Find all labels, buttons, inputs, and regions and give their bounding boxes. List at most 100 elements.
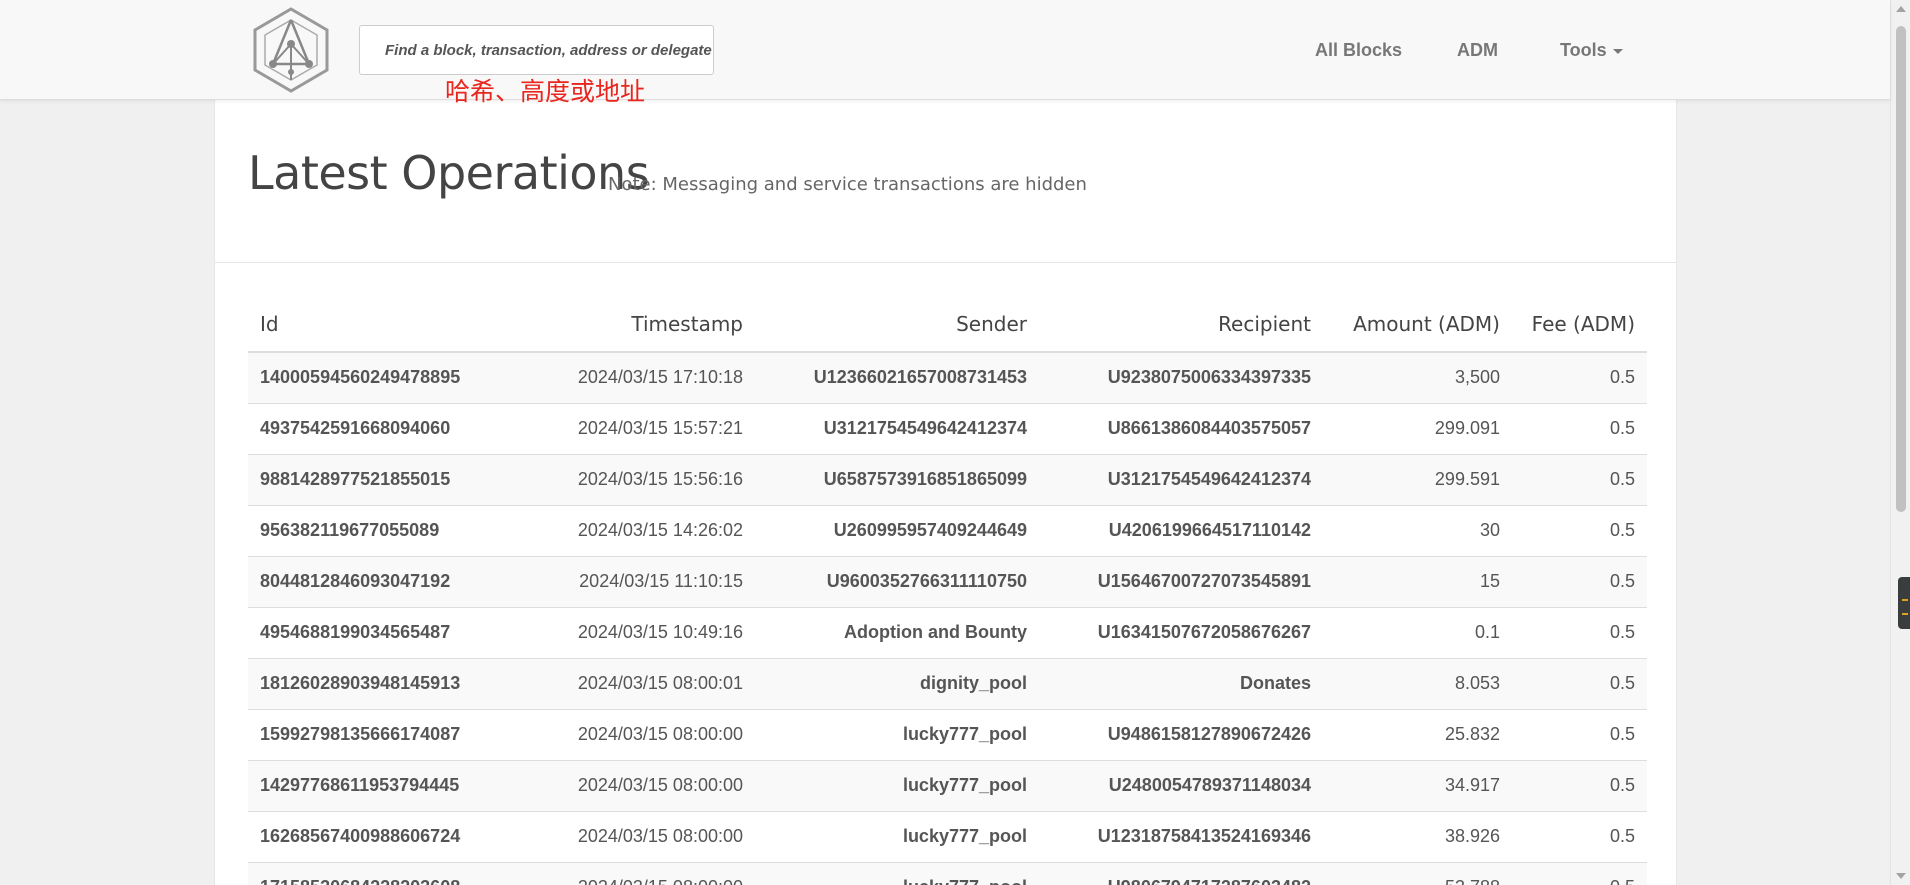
transaction-id-link[interactable]: 4954688199034565487 <box>248 606 518 658</box>
side-widget-tab[interactable] <box>1898 577 1910 629</box>
table-row: 956382119677055089 2024/03/15 14:26:02 U26… <box>248 504 1647 556</box>
fee-cell: 0.5 <box>1512 606 1647 658</box>
adamant-logo-icon[interactable] <box>251 6 331 94</box>
sender-link[interactable]: lucky777_pool <box>755 759 1039 811</box>
table-header-row: Id Timestamp Sender Recipient Amount (AD… <box>248 296 1647 353</box>
transaction-id-link[interactable]: 14297768611953794445 <box>248 759 518 811</box>
recipient-link[interactable]: U3121754549642412374 <box>1039 453 1323 505</box>
column-header-timestamp[interactable]: Timestamp <box>518 296 755 353</box>
recipient-link[interactable]: U2480054789371148034 <box>1039 759 1323 811</box>
fee-cell: 0.5 <box>1512 657 1647 709</box>
recipient-link[interactable]: U9806794717287603482 <box>1039 861 1323 885</box>
table-row: 18126028903948145913 2024/03/15 08:00:01 d… <box>248 657 1647 709</box>
operations-table: Id Timestamp Sender Recipient Amount (AD… <box>248 296 1647 885</box>
recipient-link[interactable]: Donates <box>1039 657 1323 709</box>
transaction-id-link[interactable]: 18126028903948145913 <box>248 657 518 709</box>
transaction-id-link[interactable]: 17158530684228203608 <box>248 861 518 885</box>
sender-link[interactable]: dignity_pool <box>755 657 1039 709</box>
amount-cell: 34.917 <box>1323 759 1512 811</box>
nav-all-blocks-label: All Blocks <box>1315 40 1403 60</box>
page-header: Latest Operations Note: Messaging and se… <box>215 100 1676 263</box>
table-row: 9881428977521855015 2024/03/15 15:56:16 U6… <box>248 453 1647 505</box>
fee-cell: 0.5 <box>1512 861 1647 885</box>
table-row: 8044812846093047192 2024/03/15 11:10:15 U9… <box>248 555 1647 607</box>
scroll-up-arrow-icon[interactable] <box>1896 6 1906 12</box>
fee-cell: 0.5 <box>1512 504 1647 556</box>
search-input[interactable] <box>359 25 714 75</box>
page-title: Latest Operations <box>248 146 650 200</box>
table-row: 4937542591668094060 2024/03/15 15:57:21 U3… <box>248 402 1647 454</box>
table-row: 15992798135666174087 2024/03/15 08:00:00 l… <box>248 708 1647 760</box>
column-header-recipient[interactable]: Recipient <box>1039 296 1323 353</box>
search-hint-annotation: 哈希、高度或地址 <box>445 77 646 106</box>
column-header-sender[interactable]: Sender <box>755 296 1039 353</box>
sender-link[interactable]: U6587573916851865099 <box>755 453 1039 505</box>
sender-link[interactable]: Adoption and Bounty <box>755 606 1039 658</box>
amount-cell: 15 <box>1323 555 1512 607</box>
top-navbar: 哈希、高度或地址 All Blocks ADM Tools <box>0 0 1890 106</box>
timestamp-cell: 2024/03/15 08:00:00 <box>518 861 755 885</box>
recipient-link[interactable]: U4206199664517110142 <box>1039 504 1323 556</box>
table-row: 14297768611953794445 2024/03/15 08:00:00 l… <box>248 759 1647 811</box>
scroll-thumb[interactable] <box>1896 26 1906 512</box>
table-row: 171585306842282036082024/03/15 08:00:00l… <box>248 861 1647 885</box>
timestamp-cell: 2024/03/15 15:57:21 <box>518 402 755 454</box>
sender-link[interactable]: lucky777_pool <box>755 708 1039 760</box>
fee-cell: 0.5 <box>1512 453 1647 505</box>
column-header-amount[interactable]: Amount (ADM) <box>1323 296 1512 353</box>
recipient-link[interactable]: U15646700727073545891 <box>1039 555 1323 607</box>
transaction-id-link[interactable]: 14000594560249478895 <box>248 351 518 403</box>
nav-all-blocks-link[interactable]: All Blocks <box>1315 40 1402 61</box>
amount-cell: 8.053 <box>1323 657 1512 709</box>
transaction-id-link[interactable]: 9881428977521855015 <box>248 453 518 505</box>
sender-link[interactable]: U260995957409244649 <box>755 504 1039 556</box>
fee-cell: 0.5 <box>1512 555 1647 607</box>
timestamp-cell: 2024/03/15 15:56:16 <box>518 453 755 505</box>
recipient-link[interactable]: U9238075006334397335 <box>1039 351 1323 403</box>
timestamp-cell: 2024/03/15 08:00:00 <box>518 759 755 811</box>
nav-tools-dropdown[interactable]: Tools <box>1560 40 1623 61</box>
amount-cell: 25.832 <box>1323 708 1512 760</box>
amount-cell: 0.1 <box>1323 606 1512 658</box>
scroll-down-arrow-icon[interactable] <box>1896 873 1906 879</box>
main-panel: Latest Operations Note: Messaging and se… <box>214 100 1677 885</box>
transaction-id-link[interactable]: 15992798135666174087 <box>248 708 518 760</box>
recipient-link[interactable]: U8661386084403575057 <box>1039 402 1323 454</box>
amount-cell: 30 <box>1323 504 1512 556</box>
fee-cell: 0.5 <box>1512 708 1647 760</box>
amount-cell: 299.091 <box>1323 402 1512 454</box>
timestamp-cell: 2024/03/15 11:10:15 <box>518 555 755 607</box>
timestamp-cell: 2024/03/15 08:00:00 <box>518 810 755 862</box>
recipient-link[interactable]: U16341507672058676267 <box>1039 606 1323 658</box>
transaction-id-link[interactable]: 16268567400988606724 <box>248 810 518 862</box>
vertical-scrollbar[interactable] <box>1890 0 1910 885</box>
nav-tools-label: Tools <box>1560 40 1607 60</box>
transaction-id-link[interactable]: 956382119677055089 <box>248 504 518 556</box>
table-row: 16268567400988606724 2024/03/15 08:00:00 l… <box>248 810 1647 862</box>
timestamp-cell: 2024/03/15 14:26:02 <box>518 504 755 556</box>
amount-cell: 299.591 <box>1323 453 1512 505</box>
fee-cell: 0.5 <box>1512 759 1647 811</box>
sender-link[interactable]: lucky777_pool <box>755 810 1039 862</box>
recipient-link[interactable]: U12318758413524169346 <box>1039 810 1323 862</box>
column-header-fee[interactable]: Fee (ADM) <box>1512 296 1647 353</box>
timestamp-cell: 2024/03/15 08:00:00 <box>518 708 755 760</box>
timestamp-cell: 2024/03/15 17:10:18 <box>518 351 755 403</box>
fee-cell: 0.5 <box>1512 810 1647 862</box>
column-header-id[interactable]: Id <box>248 296 518 353</box>
sender-link[interactable]: U12366021657008731453 <box>755 351 1039 403</box>
amount-cell: 3,500 <box>1323 351 1512 403</box>
page-note: Note: Messaging and service transactions… <box>608 174 1087 195</box>
sender-link[interactable]: U9600352766311110750 <box>755 555 1039 607</box>
sender-link[interactable]: lucky777_pool <box>755 861 1039 885</box>
nav-adm-link[interactable]: ADM <box>1457 40 1498 61</box>
nav-adm-label: ADM <box>1457 40 1498 60</box>
recipient-link[interactable]: U9486158127890672426 <box>1039 708 1323 760</box>
amount-cell: 38.926 <box>1323 810 1512 862</box>
transaction-id-link[interactable]: 8044812846093047192 <box>248 555 518 607</box>
transaction-id-link[interactable]: 4937542591668094060 <box>248 402 518 454</box>
table-row: 4954688199034565487 2024/03/15 10:49:16 Ad… <box>248 606 1647 658</box>
timestamp-cell: 2024/03/15 10:49:16 <box>518 606 755 658</box>
sender-link[interactable]: U3121754549642412374 <box>755 402 1039 454</box>
caret-down-icon <box>1612 48 1623 54</box>
